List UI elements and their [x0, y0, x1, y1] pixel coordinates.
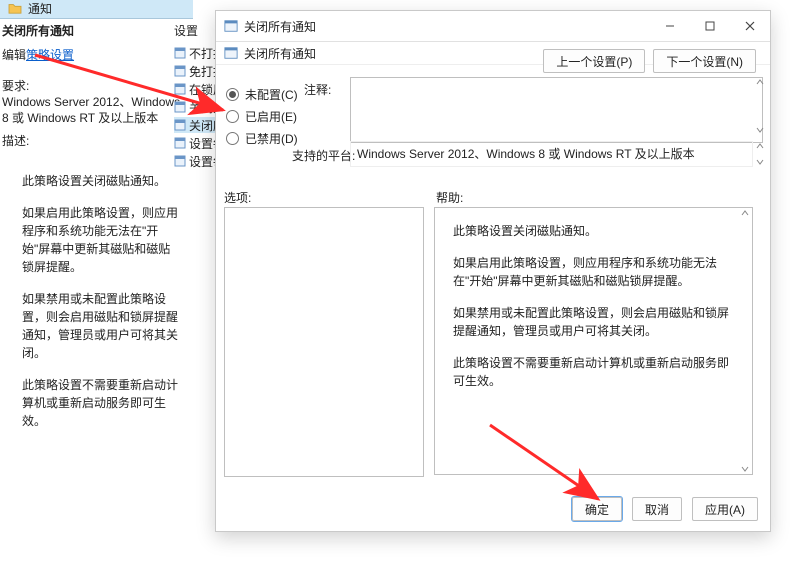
- explorer-folder-label: 通知: [28, 2, 52, 16]
- radio-icon: [226, 110, 239, 123]
- desc-p3: 如果禁用或未配置此策略设置，则会启用磁贴和锁屏提醒通知，管理员或用户可将其关闭。: [22, 290, 182, 362]
- edit-policy-line: 编辑策略设置: [2, 46, 74, 63]
- scroll-up-icon[interactable]: [755, 141, 765, 151]
- platform-value: Windows Server 2012、Windows 8 或 Windows …: [350, 141, 753, 167]
- tree-item[interactable]: 设置每: [174, 135, 216, 151]
- nav-buttons: 上一个设置(P) 下一个设置(N): [543, 49, 756, 73]
- help-panel: 此策略设置关闭磁贴通知。 如果启用此策略设置，则应用程序和系统功能无法在"开始"…: [434, 207, 753, 475]
- tree-item[interactable]: 在锁屏: [174, 81, 216, 97]
- radio-icon: [226, 132, 239, 145]
- help-scrollbar[interactable]: [740, 208, 750, 474]
- tree-item[interactable]: 关闭免: [174, 99, 216, 115]
- tree-item-label: 设置每: [189, 135, 216, 151]
- help-p3: 如果禁用或未配置此策略设置，则会启用磁贴和锁屏提醒通知，管理员或用户可将其关闭。: [453, 304, 736, 340]
- edit-prefix: 编辑: [2, 48, 26, 62]
- setting-item-icon: [174, 47, 186, 59]
- platform-scrollbar[interactable]: [755, 141, 765, 167]
- help-p2: 如果启用此策略设置，则应用程序和系统功能无法在"开始"屏幕中更新其磁贴和磁贴锁屏…: [453, 254, 736, 290]
- tree-item[interactable]: 不打扰: [174, 45, 216, 61]
- scroll-down-icon[interactable]: [755, 125, 765, 135]
- policy-name-heading: 关闭所有通知: [2, 22, 74, 39]
- tree-item[interactable]: 关闭所: [174, 117, 216, 133]
- tree-item-label: 免打扰: [189, 63, 216, 79]
- help-p4: 此策略设置不需要重新启动计算机或重新启动服务即可生效。: [453, 354, 736, 390]
- app-icon: [224, 19, 238, 33]
- tree-item-label: 关闭免: [189, 99, 216, 115]
- platform-label: 支持的平台:: [292, 147, 355, 164]
- scroll-up-icon[interactable]: [740, 208, 750, 218]
- radio-label: 未配置(C): [245, 86, 298, 103]
- dialog-action-buttons: 确定 取消 应用(A): [572, 497, 758, 521]
- dialog-title: 关闭所有通知: [244, 18, 316, 35]
- edit-policy-link[interactable]: 策略设置: [26, 48, 74, 62]
- scroll-down-icon[interactable]: [755, 157, 765, 167]
- dialog-titlebar[interactable]: 关闭所有通知: [216, 11, 770, 42]
- tree-item-label: 不打扰: [189, 45, 216, 61]
- app-icon: [224, 46, 238, 60]
- tree-item-label: 关闭所: [189, 117, 216, 133]
- comment-scrollbar[interactable]: [755, 77, 765, 135]
- close-button[interactable]: [730, 11, 770, 41]
- options-label: 选项:: [224, 189, 251, 206]
- setting-item-icon: [174, 65, 186, 77]
- setting-item-icon: [174, 83, 186, 95]
- options-panel: [224, 207, 424, 477]
- setting-item-icon: [174, 119, 186, 131]
- cancel-button[interactable]: 取消: [632, 497, 682, 521]
- radio-disabled[interactable]: 已禁用(D): [226, 127, 298, 149]
- radio-label: 已禁用(D): [245, 130, 298, 147]
- desc-p1: 此策略设置关闭磁贴通知。: [22, 172, 182, 190]
- scroll-down-icon[interactable]: [740, 464, 750, 474]
- desc-p4: 此策略设置不需要重新启动计算机或重新启动服务即可生效。: [22, 376, 182, 430]
- radio-icon: [226, 88, 239, 101]
- tree-item[interactable]: 免打扰: [174, 63, 216, 79]
- apply-button[interactable]: 应用(A): [692, 497, 758, 521]
- page-root: 通知 关闭所有通知 编辑策略设置 要求: Windows Server 2012…: [0, 0, 808, 574]
- tree-item-label: 设置每: [189, 153, 216, 169]
- explorer-header: 通知: [0, 0, 193, 19]
- tree-item[interactable]: 设置每: [174, 153, 216, 169]
- dialog-subheader-text: 关闭所有通知: [244, 45, 316, 62]
- radio-label: 已启用(E): [245, 108, 297, 125]
- state-radio-group: 未配置(C) 已启用(E) 已禁用(D): [226, 83, 298, 149]
- ok-button[interactable]: 确定: [572, 497, 622, 521]
- desc-p2: 如果启用此策略设置，则应用程序和系统功能无法在"开始"屏幕中更新其磁贴和磁贴锁屏…: [22, 204, 182, 276]
- folder-icon: [8, 2, 22, 14]
- prev-setting-button[interactable]: 上一个设置(P): [543, 49, 645, 73]
- radio-not-configured[interactable]: 未配置(C): [226, 83, 298, 105]
- policy-dialog: 关闭所有通知 关闭所有通知 上一个设置(P) 下一个设置(N) 未配置(C) 已…: [215, 10, 771, 532]
- description-label: 描述:: [2, 132, 29, 149]
- scroll-up-icon[interactable]: [755, 77, 765, 87]
- setting-item-icon: [174, 155, 186, 167]
- description-text: 此策略设置关闭磁贴通知。 如果启用此策略设置，则应用程序和系统功能无法在"开始"…: [22, 172, 182, 444]
- help-label: 帮助:: [436, 189, 463, 206]
- setting-item-icon: [174, 101, 186, 113]
- help-p1: 此策略设置关闭磁贴通知。: [453, 222, 736, 240]
- minimize-button[interactable]: [650, 11, 690, 41]
- maximize-button[interactable]: [690, 11, 730, 41]
- requirements-text: 要求: Windows Server 2012、Windows 8 或 Wind…: [2, 78, 182, 126]
- radio-enabled[interactable]: 已启用(E): [226, 105, 298, 127]
- setting-item-icon: [174, 137, 186, 149]
- next-setting-button[interactable]: 下一个设置(N): [653, 49, 756, 73]
- tree-item-label: 在锁屏: [189, 81, 216, 97]
- comment-label: 注释:: [304, 81, 331, 98]
- comment-textarea[interactable]: [350, 77, 763, 143]
